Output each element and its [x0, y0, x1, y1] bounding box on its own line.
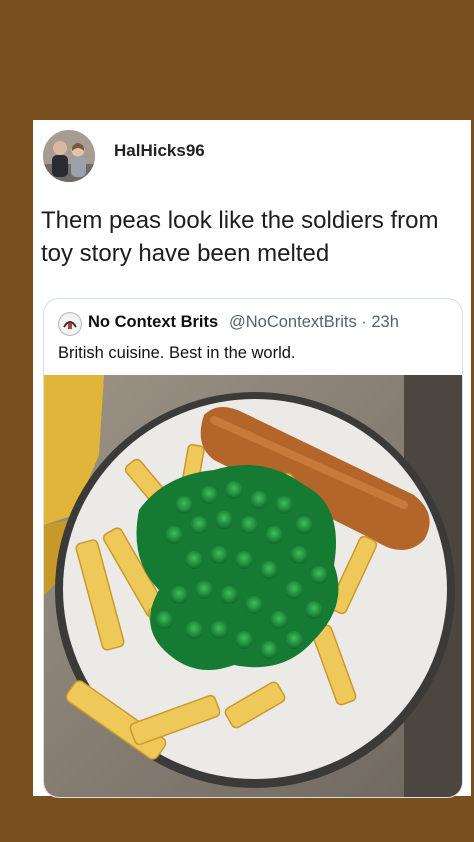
- tweet-text: Them peas look like the soldiers from to…: [41, 207, 439, 267]
- quoted-avatar-icon[interactable]: [58, 312, 82, 336]
- quoted-display-name[interactable]: No Context Brits: [88, 313, 218, 332]
- fish-and-chips-image: [44, 375, 462, 797]
- food-photo[interactable]: [44, 375, 462, 797]
- avatar[interactable]: [43, 130, 95, 182]
- quoted-tweet-text: British cuisine. Best in the world.: [58, 344, 296, 362]
- tweet-header: HalHicks96: [43, 130, 443, 190]
- tweet-card: HalHicks96 Them peas look like the soldi…: [33, 120, 471, 798]
- profile-photo-icon: [43, 130, 95, 182]
- quoted-tweet-header: No Context Brits @NoContextBrits · 23h: [58, 311, 458, 336]
- quoted-handle-time: @NoContextBrits · 23h: [229, 313, 399, 331]
- quoted-tweet[interactable]: No Context Brits @NoContextBrits · 23h B…: [43, 298, 463, 798]
- username[interactable]: HalHicks96: [114, 141, 205, 161]
